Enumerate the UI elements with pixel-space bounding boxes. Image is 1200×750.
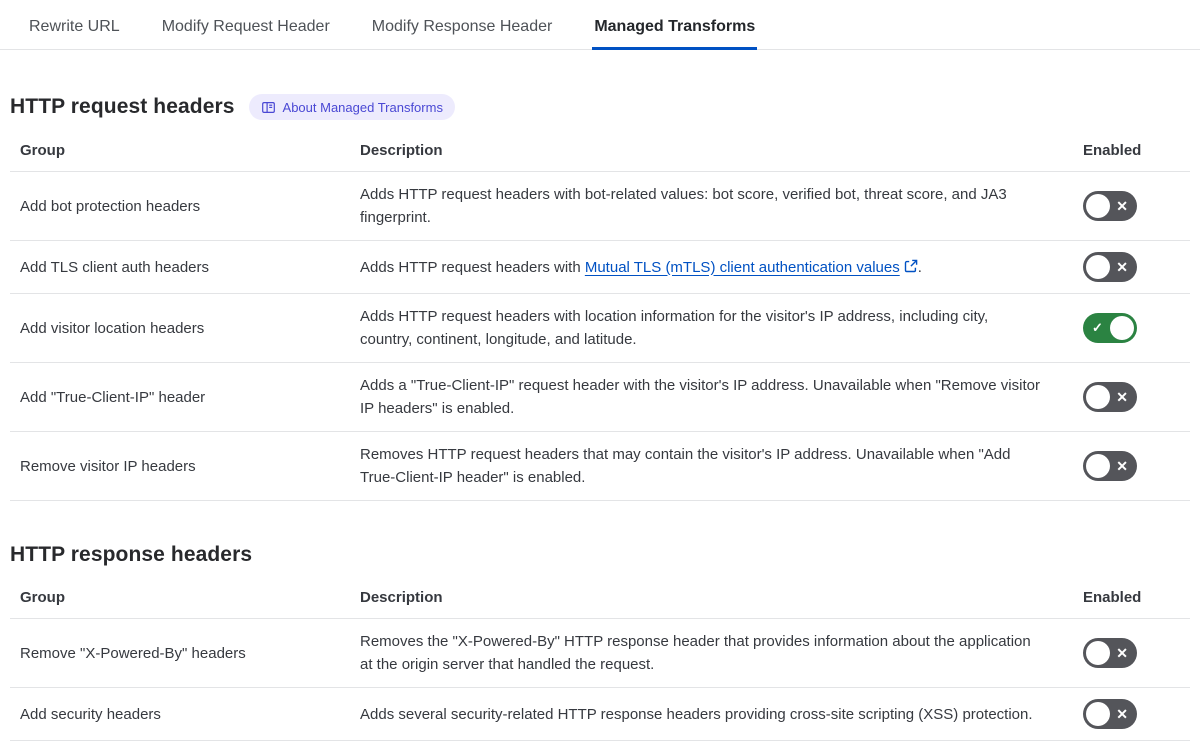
table-row: Add bot protection headers Adds HTTP requ… xyxy=(10,171,1190,241)
toggle-knob xyxy=(1086,641,1110,665)
group-cell: Add security headers xyxy=(10,687,360,741)
toggle-knob xyxy=(1086,454,1110,478)
toggle-knob xyxy=(1086,255,1110,279)
table-row: Add security headers Adds several securit… xyxy=(10,687,1190,741)
toggle-remove-visitor-ip-headers[interactable]: ✕ xyxy=(1083,451,1137,481)
column-header-description: Description xyxy=(360,581,1083,619)
x-icon: ✕ xyxy=(1116,706,1128,722)
column-header-enabled: Enabled xyxy=(1083,581,1190,619)
x-icon: ✕ xyxy=(1116,645,1128,661)
toggle-remove-x-powered-by-headers[interactable]: ✕ xyxy=(1083,638,1137,668)
column-header-group: Group xyxy=(10,134,360,172)
description-cell: Adds HTTP request headers with bot-relat… xyxy=(360,171,1083,241)
x-icon: ✕ xyxy=(1116,198,1128,214)
enabled-cell: ✕ xyxy=(1083,362,1190,432)
enabled-cell: ✕ xyxy=(1083,618,1190,688)
response-headers-table: Group Description Enabled Remove "X-Powe… xyxy=(10,581,1190,741)
description-cell: Adds HTTP request headers with location … xyxy=(360,293,1083,363)
table-row: Add TLS client auth headers Adds HTTP req… xyxy=(10,240,1190,294)
request-headers-table: Group Description Enabled Add bot protec… xyxy=(10,134,1190,501)
enabled-cell: ✕ xyxy=(1083,687,1190,741)
toggle-knob xyxy=(1086,194,1110,218)
external-link-icon xyxy=(904,259,918,272)
table-row: Remove "X-Powered-By" headers Removes the… xyxy=(10,618,1190,688)
tab-modify-response-header[interactable]: Modify Response Header xyxy=(370,8,555,50)
description-cell: Adds a "True-Client-IP" request header w… xyxy=(360,362,1083,432)
group-cell: Add TLS client auth headers xyxy=(10,240,360,294)
toggle-add-tls-client-auth-headers[interactable]: ✕ xyxy=(1083,252,1137,282)
group-cell: Add "True-Client-IP" header xyxy=(10,362,360,432)
mtls-docs-link[interactable]: Mutual TLS (mTLS) client authentication … xyxy=(585,259,900,276)
response-headers-title: HTTP response headers xyxy=(10,543,253,566)
table-row: Remove visitor IP headers Removes HTTP re… xyxy=(10,431,1190,501)
column-header-enabled: Enabled xyxy=(1083,134,1190,172)
tab-managed-transforms[interactable]: Managed Transforms xyxy=(592,8,758,50)
request-headers-title: HTTP request headers xyxy=(10,95,235,118)
group-cell: Add bot protection headers xyxy=(10,171,360,241)
toggle-knob xyxy=(1086,385,1110,409)
toggle-add-visitor-location-headers[interactable]: ✓ xyxy=(1083,313,1137,343)
response-headers-section-head: HTTP response headers xyxy=(10,543,1190,567)
column-header-description: Description xyxy=(360,134,1083,172)
tab-modify-request-header[interactable]: Modify Request Header xyxy=(160,8,332,50)
tab-bar: Rewrite URL Modify Request Header Modify R… xyxy=(0,8,1200,50)
x-icon: ✕ xyxy=(1116,259,1128,275)
x-icon: ✕ xyxy=(1116,458,1128,474)
enabled-cell: ✕ xyxy=(1083,431,1190,501)
group-cell: Remove "X-Powered-By" headers xyxy=(10,618,360,688)
enabled-cell: ✕ xyxy=(1083,240,1190,294)
table-row: Add "True-Client-IP" header Adds a "True-… xyxy=(10,362,1190,432)
toggle-knob xyxy=(1086,702,1110,726)
column-header-group: Group xyxy=(10,581,360,619)
toggle-add-security-headers[interactable]: ✕ xyxy=(1083,699,1137,729)
x-icon: ✕ xyxy=(1116,389,1128,405)
toggle-add-bot-protection-headers[interactable]: ✕ xyxy=(1083,191,1137,221)
check-icon: ✓ xyxy=(1092,320,1103,335)
group-cell: Remove visitor IP headers xyxy=(10,431,360,501)
managed-transforms-page: HTTP request headers About Managed Trans… xyxy=(0,94,1200,741)
request-headers-section-head: HTTP request headers About Managed Trans… xyxy=(10,94,1190,120)
description-cell: Removes HTTP request headers that may co… xyxy=(360,431,1083,501)
table-row: Add visitor location headers Adds HTTP re… xyxy=(10,293,1190,363)
about-managed-transforms-badge[interactable]: About Managed Transforms xyxy=(248,94,455,120)
description-cell: Adds several security-related HTTP respo… xyxy=(360,687,1083,741)
tab-rewrite-url[interactable]: Rewrite URL xyxy=(27,8,122,50)
badge-label: About Managed Transforms xyxy=(282,99,443,115)
description-cell: Adds HTTP request headers with Mutual TL… xyxy=(360,240,1083,294)
group-cell: Add visitor location headers xyxy=(10,293,360,363)
book-icon xyxy=(261,101,275,113)
toggle-knob xyxy=(1110,316,1134,340)
toggle-add-true-client-ip-header[interactable]: ✕ xyxy=(1083,382,1137,412)
description-cell: Removes the "X-Powered-By" HTTP response… xyxy=(360,618,1083,688)
enabled-cell: ✓ xyxy=(1083,293,1190,363)
enabled-cell: ✕ xyxy=(1083,171,1190,241)
